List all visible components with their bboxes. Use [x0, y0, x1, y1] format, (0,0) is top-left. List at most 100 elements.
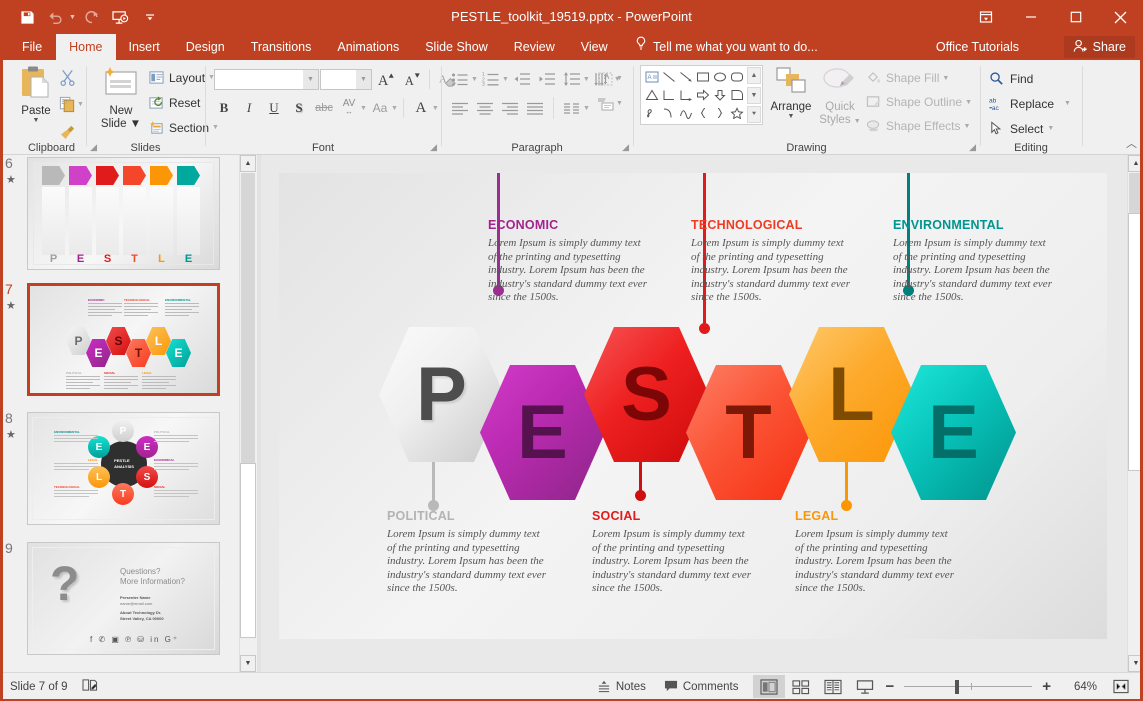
arrange-caret-icon[interactable]: ▼: [768, 113, 814, 120]
text-box-shape-icon[interactable]: A: [643, 68, 660, 86]
replace-button[interactable]: abac Replace ▼: [989, 91, 1071, 116]
font-color-caret-icon[interactable]: ▼: [432, 105, 439, 112]
font-name-caret-icon[interactable]: ▼: [303, 70, 318, 89]
zoom-slider[interactable]: [898, 673, 1038, 700]
shape-fill-caret-icon[interactable]: ▼: [942, 75, 949, 82]
right-arrow-shape-icon[interactable]: [694, 86, 711, 104]
thumbnail-scroll-track[interactable]: [241, 173, 255, 463]
font-name-input[interactable]: ▼: [214, 69, 319, 90]
text-block-legal[interactable]: LEGAL Lorem Ipsum is simply dummy text o…: [795, 509, 955, 596]
scribble-shape-icon[interactable]: [643, 104, 660, 122]
select-caret-icon[interactable]: ▼: [1047, 125, 1054, 132]
paragraph-dialog-launcher[interactable]: ◢: [622, 142, 629, 153]
tab-animations[interactable]: Animations: [324, 34, 412, 60]
new-slide-caret-icon[interactable]: ▼: [130, 118, 141, 130]
notes-button[interactable]: Notes: [588, 673, 655, 700]
line-shape-icon[interactable]: [660, 68, 677, 86]
elbow-arrow-shape-icon[interactable]: [677, 86, 694, 104]
decrease-font-size-button[interactable]: A: [400, 67, 424, 91]
line-spacing-button[interactable]: [560, 67, 584, 91]
bullets-caret-icon[interactable]: ▼: [471, 76, 478, 83]
tab-design[interactable]: Design: [173, 34, 238, 60]
normal-view-button[interactable]: [753, 675, 785, 698]
slide-show-button[interactable]: [849, 675, 881, 698]
shapes-scroll-down-button[interactable]: ▼: [747, 87, 761, 104]
tab-transitions[interactable]: Transitions: [238, 34, 325, 60]
ribbon-display-options-icon[interactable]: [963, 1, 1008, 33]
slide-sorter-button[interactable]: [785, 675, 817, 698]
right-brace-shape-icon[interactable]: [711, 104, 728, 122]
justify-button[interactable]: [523, 96, 547, 120]
zoom-in-button[interactable]: +: [1038, 673, 1055, 700]
flowchart-shape-icon[interactable]: [728, 86, 745, 104]
paste-dropdown-caret-icon[interactable]: ▼: [13, 117, 59, 124]
increase-font-size-button[interactable]: A: [374, 67, 398, 91]
tab-view[interactable]: View: [568, 34, 621, 60]
tell-me-search[interactable]: Tell me what you want to do...: [635, 34, 818, 60]
text-block-economic[interactable]: ECONOMIC Lorem Ipsum is simply dummy tex…: [488, 218, 648, 305]
shapes-scroll-up-button[interactable]: ▲: [747, 67, 761, 84]
tab-home[interactable]: Home: [56, 34, 115, 60]
thumbnail-scrollbar[interactable]: ▲ ▼: [239, 155, 255, 672]
tab-insert[interactable]: Insert: [116, 34, 173, 60]
arrow-shape-icon[interactable]: [677, 68, 694, 86]
new-slide-button[interactable]: New Slide ▼: [95, 66, 147, 131]
italic-button[interactable]: I: [237, 96, 261, 120]
font-color-button[interactable]: A: [409, 96, 433, 120]
shapes-gallery[interactable]: A: [640, 65, 763, 125]
find-button[interactable]: Find: [989, 66, 1071, 91]
shape-effects-button[interactable]: Shape Effects ▼: [866, 114, 972, 138]
rounded-rectangle-shape-icon[interactable]: [728, 68, 745, 86]
oval-shape-icon[interactable]: [711, 68, 728, 86]
align-right-button[interactable]: [498, 96, 522, 120]
increase-indent-button[interactable]: [535, 67, 559, 91]
down-arrow-shape-icon[interactable]: [711, 86, 728, 104]
comments-button[interactable]: Comments: [655, 673, 748, 700]
rectangle-shape-icon[interactable]: [694, 68, 711, 86]
copy-dropdown-caret-icon[interactable]: ▼: [77, 101, 84, 108]
tab-slide-show[interactable]: Slide Show: [412, 34, 501, 60]
slide-thumbnail-pane[interactable]: 6 ★ P E S T L E 7 ★: [0, 155, 236, 672]
shape-fill-button[interactable]: Shape Fill ▼: [866, 66, 972, 90]
slide-thumbnail-9[interactable]: 9 ? Questions?More Information? Presente…: [27, 542, 220, 655]
zoom-level[interactable]: 64%: [1055, 681, 1097, 693]
shape-effects-caret-icon[interactable]: ▼: [964, 123, 971, 130]
line-spacing-caret-icon[interactable]: ▼: [583, 76, 590, 83]
text-block-technological[interactable]: TECHNOLOGICAL Lorem Ipsum is simply dumm…: [691, 218, 851, 305]
slide-thumbnail-8[interactable]: 8 ★ PESTLEANALYSIS P E S T L E ENVIRONME…: [27, 412, 220, 525]
notes-page-icon[interactable]: [82, 678, 98, 695]
curve-shape-icon[interactable]: [660, 104, 677, 122]
character-spacing-button[interactable]: AV ↔: [337, 96, 361, 120]
text-block-environmental[interactable]: ENVIRONMENTAL Lorem Ipsum is simply dumm…: [893, 218, 1053, 305]
center-button[interactable]: [473, 96, 497, 120]
convert-to-smartart-button[interactable]: [594, 92, 618, 116]
collapse-ribbon-button[interactable]: ︿: [1126, 135, 1137, 151]
decrease-indent-button[interactable]: [510, 67, 534, 91]
bold-button[interactable]: B: [212, 96, 236, 120]
columns-caret-icon[interactable]: ▼: [583, 105, 590, 112]
left-brace-shape-icon[interactable]: [694, 104, 711, 122]
shape-outline-caret-icon[interactable]: ▼: [965, 99, 972, 106]
quick-styles-button[interactable]: Quick Styles ▼: [816, 66, 864, 128]
slide-thumbnail-6[interactable]: 6 ★ P E S T L E: [27, 157, 220, 270]
shape-outline-button[interactable]: Shape Outline ▼: [866, 90, 972, 114]
share-button[interactable]: Share: [1064, 36, 1135, 58]
zoom-out-button[interactable]: −: [881, 673, 898, 700]
slide-thumbnail-7[interactable]: 7 ★ P E S T L E ECONOMIC TECHNOLOGICAL E…: [27, 283, 220, 396]
change-case-caret-icon[interactable]: ▼: [391, 105, 398, 112]
align-left-button[interactable]: [448, 96, 472, 120]
elbow-connector-shape-icon[interactable]: [660, 86, 677, 104]
align-text-button[interactable]: [594, 67, 618, 91]
close-icon[interactable]: [1098, 1, 1143, 33]
minimize-icon[interactable]: [1008, 1, 1053, 33]
strikethrough-button[interactable]: abc: [312, 96, 336, 120]
tab-review[interactable]: Review: [501, 34, 568, 60]
font-dialog-launcher[interactable]: ◢: [430, 142, 437, 153]
select-button[interactable]: Select ▼: [989, 116, 1071, 141]
zoom-handle[interactable]: [955, 680, 959, 694]
smartart-caret-icon[interactable]: ▼: [616, 100, 623, 107]
arrange-button[interactable]: Arrange ▼: [768, 66, 814, 120]
character-spacing-caret-icon[interactable]: ▼: [360, 105, 367, 112]
triangle-shape-icon[interactable]: [643, 86, 660, 104]
current-slide[interactable]: P E S T L E ECONO: [279, 173, 1107, 639]
